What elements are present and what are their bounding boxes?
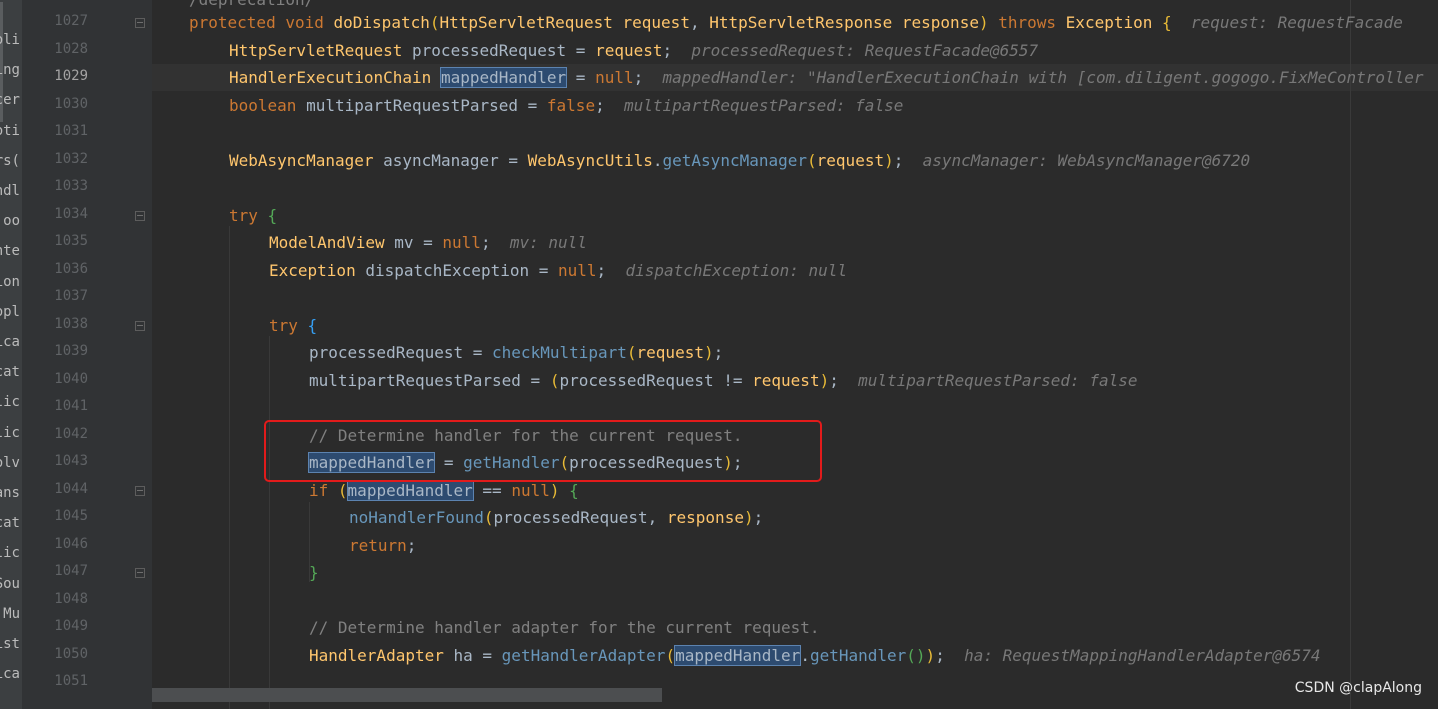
project-tree-fragment[interactable]: ica <box>0 666 20 682</box>
code-line-1040[interactable]: multipartRequestParsed = (processedReque… <box>309 367 1137 394</box>
line-number[interactable]: 1039 <box>50 343 88 359</box>
inline-debug-value: dispatchException: null <box>625 261 848 280</box>
project-tree-fragment[interactable]: lic <box>0 545 20 561</box>
line-number[interactable]: 1032 <box>50 151 88 167</box>
project-tree-fragment[interactable]: cat <box>0 515 20 531</box>
project-tree-fragment[interactable]: olv <box>0 455 20 471</box>
line-number[interactable]: 1035 <box>50 233 88 249</box>
line-number[interactable]: 1040 <box>50 371 88 387</box>
line-number[interactable]: 1049 <box>50 618 88 634</box>
line-number[interactable]: 1051 <box>50 673 88 689</box>
code-line-1038[interactable]: try { <box>269 312 317 339</box>
line-number[interactable]: 1036 <box>50 261 88 277</box>
code-line-1039[interactable]: processedRequest = checkMultipart(reques… <box>309 339 723 366</box>
code-line-1049[interactable]: // Determine handler adapter for the cur… <box>309 614 820 641</box>
mapped-handler-usage: mappedHandler <box>346 480 474 501</box>
code-line-1027[interactable]: protected void doDispatch(HttpServletReq… <box>189 9 1403 36</box>
mapped-handler-usage: mappedHandler <box>674 645 802 666</box>
project-tree-fragment[interactable]: lic <box>0 394 20 410</box>
line-number[interactable]: 1027 <box>50 13 88 29</box>
horizontal-scrollbar-thumb[interactable] <box>152 688 662 702</box>
line-number[interactable]: 1030 <box>50 96 88 112</box>
project-tree-fragment[interactable]: rs( <box>0 153 20 169</box>
line-number[interactable]: 1042 <box>50 426 88 442</box>
indent-guide <box>229 226 230 709</box>
project-tree-fragment[interactable]: lic <box>0 425 20 441</box>
right-margin-guide <box>1350 0 1351 709</box>
inline-debug-value: ha: RequestMappingHandlerAdapter@6574 <box>964 646 1321 665</box>
inline-debug-value: processedRequest: RequestFacade@6557 <box>691 41 1039 60</box>
fold-marker-icon[interactable] <box>135 320 145 331</box>
code-line-1028[interactable]: HttpServletRequest processedRequest = re… <box>229 37 1038 64</box>
line-number[interactable]: 1043 <box>50 453 88 469</box>
project-tree-fragment[interactable]: Sou <box>0 576 20 592</box>
project-tree-fragment[interactable]: nte <box>0 243 20 259</box>
code-line-1034[interactable]: try { <box>229 202 277 229</box>
code-line-1046[interactable]: return; <box>349 532 416 559</box>
selected-identifier: mappedHandler <box>439 67 568 88</box>
line-number[interactable]: 1048 <box>50 591 88 607</box>
line-number[interactable]: 1047 <box>50 563 88 579</box>
line-number[interactable]: 1044 <box>50 481 88 497</box>
line-number[interactable]: 1050 <box>50 646 88 662</box>
line-number[interactable]: 1028 <box>50 41 88 57</box>
inline-debug-value: multipartRequestParsed: false <box>858 371 1138 390</box>
inline-debug-value: asyncManager: WebAsyncManager@6720 <box>922 151 1251 170</box>
line-number[interactable]: 1038 <box>50 316 88 332</box>
project-tree-fragment[interactable]: ist <box>0 636 20 652</box>
line-number[interactable]: 1031 <box>50 123 88 139</box>
code-line-1047[interactable]: } <box>309 559 319 586</box>
line-number[interactable]: 1034 <box>50 206 88 222</box>
project-tree-fragment[interactable]: cer <box>0 92 20 108</box>
project-tool-window-edge[interactable]: oli ing cer oti rs( ndl oo nte ion opl ica cat lic li… <box>0 0 22 709</box>
fold-marker-icon[interactable] <box>135 210 145 221</box>
project-tree-fragment[interactable]: cat <box>0 364 20 380</box>
code-line-1050[interactable]: HandlerAdapter ha = getHandlerAdapter(ma… <box>309 642 1321 669</box>
code-line-1036[interactable]: Exception dispatchException = null; disp… <box>269 257 847 284</box>
watermark: CSDN @clapAlong <box>1294 680 1422 696</box>
line-number[interactable]: 1029 <box>50 68 88 84</box>
line-number[interactable]: 1033 <box>50 178 88 194</box>
line-number[interactable]: 1045 <box>50 508 88 524</box>
inline-debug-value: mappedHandler: "HandlerExecutionChain wi… <box>662 68 1424 87</box>
project-tree-fragment[interactable]: oti <box>0 123 20 139</box>
project-tree-fragment[interactable]: oli <box>0 32 20 48</box>
annotation-red-box <box>264 420 822 482</box>
project-tree-fragment[interactable]: opl <box>0 304 20 320</box>
inline-debug-value: mv: null <box>509 233 587 252</box>
project-tree-fragment[interactable]: ion <box>0 274 20 290</box>
inline-debug-value: multipartRequestParsed: false <box>623 96 904 115</box>
code-line-1032[interactable]: WebAsyncManager asyncManager = WebAsyncU… <box>229 147 1250 174</box>
project-tree-fragment[interactable]: ndl <box>0 183 20 199</box>
editor-gutter[interactable]: 1027 1028 1029 1030 1031 1032 1033 1034 1035 1036… <box>22 0 152 709</box>
project-tree-fragment[interactable]: ans <box>0 485 20 501</box>
line-number[interactable]: 1046 <box>50 536 88 552</box>
inline-debug-value: request: RequestFacade <box>1190 13 1403 32</box>
line-number[interactable]: 1037 <box>50 288 88 304</box>
project-tree-fragment[interactable]: ica <box>0 334 20 350</box>
fold-marker-icon[interactable] <box>135 18 145 28</box>
line-number[interactable]: 1041 <box>50 398 88 414</box>
code-line-1045[interactable]: noHandlerFound(processedRequest, respons… <box>349 504 763 531</box>
code-line-1035[interactable]: ModelAndView mv = null; mv: null <box>269 229 587 256</box>
fold-marker-icon[interactable] <box>135 485 145 496</box>
code-line-1030[interactable]: boolean multipartRequestParsed = false; … <box>229 92 903 119</box>
project-tree-fragment[interactable]: Mu <box>3 606 20 622</box>
indent-guide <box>269 336 270 709</box>
project-tree-fragment[interactable]: ing <box>0 62 20 78</box>
project-tree-fragment[interactable]: oo <box>3 213 20 229</box>
code-line-1029[interactable]: HandlerExecutionChain mappedHandler = nu… <box>229 64 1424 91</box>
fold-marker-icon[interactable] <box>135 568 145 578</box>
